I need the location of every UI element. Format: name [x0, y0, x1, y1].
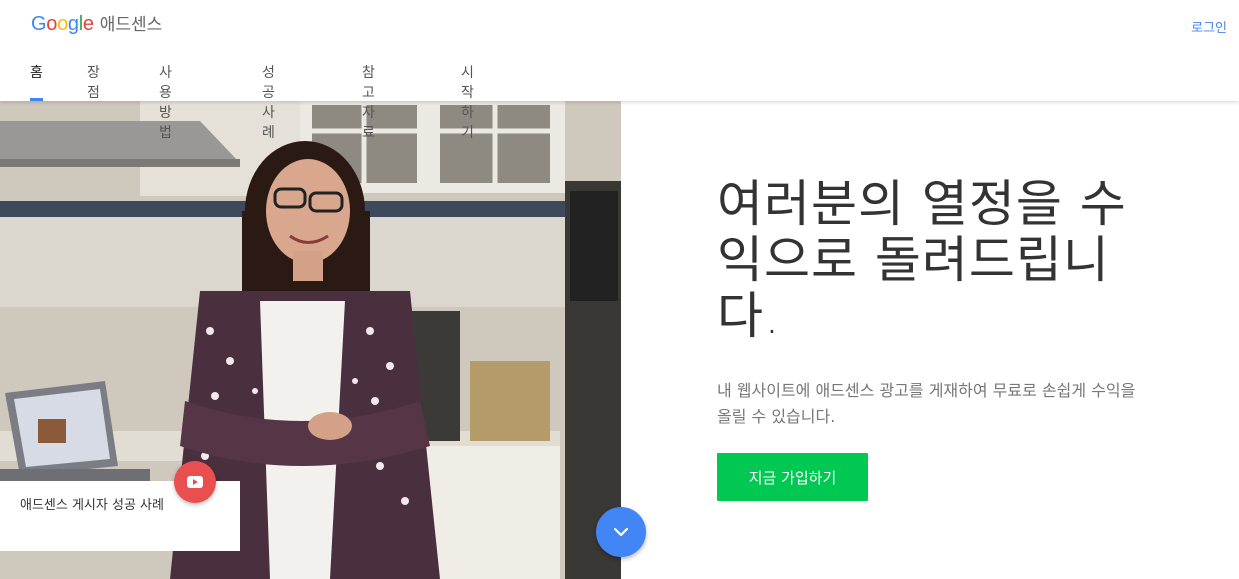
signup-button[interactable]: 지금 가입하기: [717, 453, 868, 501]
scroll-down-button[interactable]: [596, 507, 646, 557]
login-link[interactable]: 로그인: [1191, 17, 1227, 36]
nav-item-label: 성공사례: [262, 65, 275, 141]
product-name: 애드센스: [99, 15, 163, 35]
nav-item-success-stories[interactable]: 성공사례: [262, 56, 275, 141]
play-video-button[interactable]: [174, 461, 216, 503]
nav-item-benefits[interactable]: 장점: [87, 56, 100, 101]
nav-item-get-started[interactable]: 시작하기: [461, 56, 474, 141]
hero-subtext: 내 웹사이트에 애드센스 광고를 게재하여 무료로 손쉽게 수익을 올릴 수 있…: [717, 381, 1136, 426]
site-header: Google 애드센스 로그인 홈 장점 사용 방법 성공사례 참고자료 시작하…: [0, 0, 1239, 141]
nav-item-how-it-works[interactable]: 사용 방법: [159, 56, 172, 141]
nav-item-label: 장점: [87, 65, 100, 101]
google-logo: Google: [31, 13, 94, 35]
nav-item-label: 사용 방법: [159, 65, 172, 141]
story-card-text: 애드센스 게시자 성공 사례: [20, 498, 164, 513]
nav-item-label: 참고자료: [362, 65, 375, 141]
nav-item-label: 시작하기: [461, 65, 474, 141]
chevron-down-icon: [613, 527, 629, 537]
nav-item-resources[interactable]: 참고자료: [362, 56, 375, 141]
youtube-play-icon: [187, 476, 203, 488]
nav-item-home[interactable]: 홈: [30, 56, 43, 101]
hero-headline: 여러분의 열정을 수익으로 돌려드립니다.: [717, 175, 1127, 345]
brand[interactable]: Google 애드센스: [31, 10, 162, 36]
active-tab-indicator: [30, 98, 43, 101]
nav-item-label: 홈: [30, 65, 43, 81]
